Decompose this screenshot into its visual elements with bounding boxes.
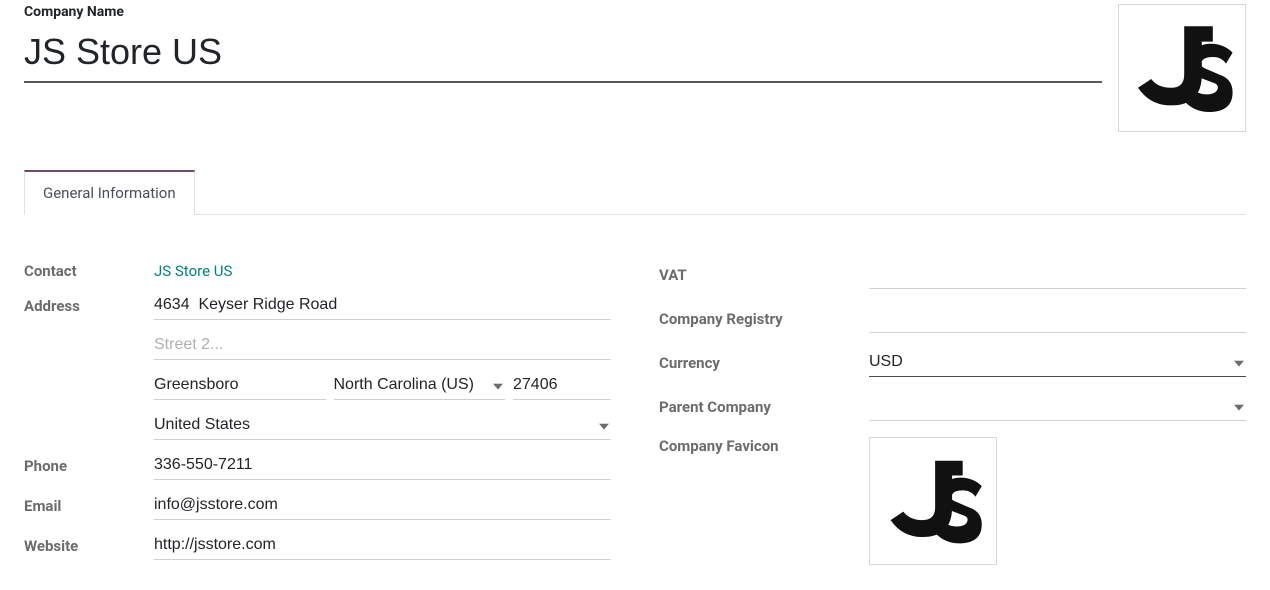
company-favicon-image (880, 448, 986, 554)
website-input[interactable] (154, 532, 611, 560)
company-favicon[interactable] (869, 437, 997, 565)
parent-company-label: Parent Company (659, 398, 869, 416)
parent-company-select[interactable] (869, 393, 1246, 421)
contact-link[interactable]: JS Store US (154, 262, 232, 280)
company-logo[interactable] (1118, 4, 1246, 132)
vat-label: VAT (659, 266, 869, 284)
tab-general-information[interactable]: General Information (24, 170, 195, 215)
email-label: Email (24, 497, 154, 515)
currency-select[interactable] (869, 349, 1246, 377)
address-label: Address (24, 297, 154, 315)
currency-label: Currency (659, 354, 869, 372)
street-input[interactable] (154, 292, 611, 320)
country-select[interactable] (154, 412, 611, 440)
phone-input[interactable] (154, 452, 611, 480)
contact-label: Contact (24, 262, 154, 280)
street2-input[interactable] (154, 332, 611, 360)
phone-label: Phone (24, 457, 154, 475)
company-registry-label: Company Registry (659, 310, 869, 328)
company-name-label: Company Name (24, 4, 1102, 20)
city-input[interactable] (154, 372, 326, 400)
state-select[interactable] (334, 372, 506, 400)
company-name-input[interactable] (24, 22, 1102, 83)
email-input[interactable] (154, 492, 611, 520)
vat-input[interactable] (869, 261, 1246, 289)
company-favicon-label: Company Favicon (659, 437, 869, 455)
tab-bar: General Information (24, 170, 1246, 215)
company-logo-image (1127, 13, 1237, 123)
zip-input[interactable] (513, 372, 611, 400)
company-registry-input[interactable] (869, 305, 1246, 333)
website-label: Website (24, 537, 154, 555)
